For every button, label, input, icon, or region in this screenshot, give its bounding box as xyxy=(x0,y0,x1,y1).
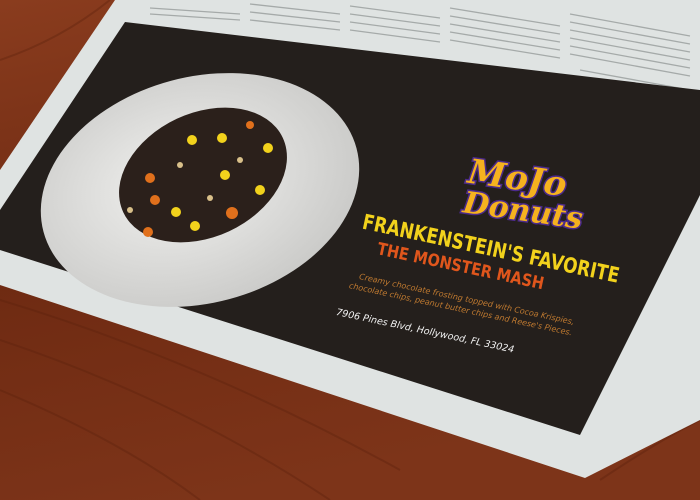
scene: MoJo Donuts FRANKENSTEIN'S FAVORITE THE … xyxy=(0,0,700,500)
